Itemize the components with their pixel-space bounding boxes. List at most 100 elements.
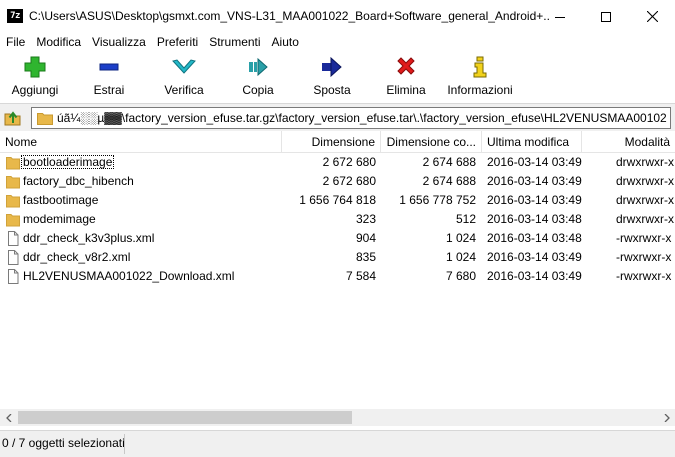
menu-aiuto[interactable]: Aiuto <box>266 33 304 52</box>
file-packed-size: 1 024 <box>445 231 476 245</box>
file-row[interactable]: modemimage 323 512 2016-03-14 03:48 drwx… <box>0 210 675 229</box>
copy-button[interactable]: Copia <box>236 55 280 99</box>
file-row[interactable]: factory_dbc_hibench 2 672 680 2 674 688 … <box>0 172 675 191</box>
folder-icon <box>6 176 20 189</box>
menu-file[interactable]: File <box>0 33 30 52</box>
file-modified: 2016-03-14 03:48 <box>487 231 582 245</box>
file-packed-size: 1 024 <box>445 250 476 264</box>
document-icon <box>8 269 19 284</box>
minimize-icon <box>555 16 565 18</box>
file-mode: -rwxrwxr-x <box>616 250 672 264</box>
toolbar: Aggiungi Estrai Verifica Copia Sposta El… <box>0 53 675 101</box>
extract-button[interactable]: Estrai <box>84 55 134 99</box>
move-button[interactable]: Sposta <box>310 55 354 99</box>
file-name: bootloaderimage <box>21 155 115 169</box>
minus-icon <box>99 63 119 71</box>
file-size: 904 <box>355 231 376 245</box>
file-mode: drwxrwxr-x <box>616 155 674 169</box>
file-row[interactable]: HL2VENUSMAA001022_Download.xml 7 584 7 6… <box>0 267 675 286</box>
extract-button-label: Estrai <box>93 83 125 97</box>
folder-icon <box>6 195 20 208</box>
address-bar: úã¼░░µ▓▓\factory_version_efuse.tar.gz\fa… <box>0 103 675 131</box>
delete-button-label: Elimina <box>386 83 426 97</box>
chevron-right-icon <box>664 413 670 422</box>
file-size: 2 672 680 <box>322 155 376 169</box>
file-size: 1 656 764 818 <box>299 193 376 207</box>
column-modified[interactable]: Ultima modifica <box>482 131 582 153</box>
move-arrow-icon <box>322 56 342 78</box>
info-icon <box>473 56 487 78</box>
file-name: ddr_check_v8r2.xml <box>23 250 131 264</box>
file-list[interactable]: Nome Dimensione Dimensione co... Ultima … <box>0 131 675 409</box>
menu-bar: File Modifica Visualizza Preferiti Strum… <box>0 33 675 52</box>
file-modified: 2016-03-14 03:49 <box>487 269 582 283</box>
folder-icon <box>6 157 20 170</box>
add-button[interactable]: Aggiungi <box>6 55 64 99</box>
delete-button[interactable]: Elimina <box>383 55 429 99</box>
file-mode: -rwxrwxr-x <box>616 269 672 283</box>
file-size: 2 672 680 <box>322 174 376 188</box>
chevron-left-icon <box>5 413 11 422</box>
menu-visualizza[interactable]: Visualizza <box>86 33 151 52</box>
file-modified: 2016-03-14 03:49 <box>487 193 582 207</box>
file-mode: drwxrwxr-x <box>616 212 674 226</box>
file-mode: drwxrwxr-x <box>616 193 674 207</box>
column-header: Nome Dimensione Dimensione co... Ultima … <box>0 131 675 153</box>
file-size: 835 <box>355 250 376 264</box>
menu-strumenti[interactable]: Strumenti <box>203 33 265 52</box>
file-modified: 2016-03-14 03:49 <box>487 155 582 169</box>
path-input[interactable]: úã¼░░µ▓▓\factory_version_efuse.tar.gz\fa… <box>31 107 671 129</box>
column-mode[interactable]: Modalità <box>582 131 675 153</box>
column-size[interactable]: Dimensione <box>282 131 381 153</box>
file-row[interactable]: fastbootimage 1 656 764 818 1 656 778 75… <box>0 191 675 210</box>
file-name: modemimage <box>23 212 96 226</box>
file-row[interactable]: ddr_check_v8r2.xml 835 1 024 2016-03-14 … <box>0 248 675 267</box>
file-size: 7 584 <box>345 269 376 283</box>
delete-x-icon <box>397 57 415 75</box>
file-packed-size: 7 680 <box>445 269 476 283</box>
path-text: úã¼░░µ▓▓\factory_version_efuse.tar.gz\fa… <box>57 111 667 125</box>
info-button[interactable]: Informazioni <box>444 55 516 99</box>
selection-status: 0 / 7 oggetti selezionati <box>2 436 125 450</box>
folder-icon <box>37 113 53 125</box>
up-folder-button[interactable] <box>4 108 22 126</box>
file-mode: drwxrwxr-x <box>616 174 674 188</box>
file-modified: 2016-03-14 03:49 <box>487 250 582 264</box>
menu-modifica[interactable]: Modifica <box>30 33 86 52</box>
app-logo-icon: 7z <box>7 9 23 23</box>
folder-icon <box>6 214 20 227</box>
scroll-left-button[interactable] <box>0 409 17 426</box>
file-size: 323 <box>355 212 376 226</box>
file-packed-size: 512 <box>455 212 476 226</box>
file-row[interactable]: ddr_check_k3v3plus.xml 904 1 024 2016-03… <box>0 229 675 248</box>
checkmark-icon <box>172 59 196 74</box>
folder-up-icon <box>4 111 21 126</box>
add-button-label: Aggiungi <box>11 83 59 97</box>
file-modified: 2016-03-14 03:48 <box>487 212 582 226</box>
file-packed-size: 2 674 688 <box>422 155 476 169</box>
copy-arrow-icon <box>249 57 268 77</box>
title-bar: 7z C:\Users\ASUS\Desktop\gsmxt.com_VNS-L… <box>0 0 675 33</box>
file-name: HL2VENUSMAA001022_Download.xml <box>23 269 235 283</box>
column-packed-size[interactable]: Dimensione co... <box>381 131 482 153</box>
maximize-button[interactable] <box>583 0 629 33</box>
file-row[interactable]: bootloaderimage 2 672 680 2 674 688 2016… <box>0 153 675 172</box>
maximize-icon <box>601 11 611 22</box>
file-modified: 2016-03-14 03:49 <box>487 174 582 188</box>
scroll-right-button[interactable] <box>658 409 675 426</box>
document-icon <box>8 250 19 265</box>
column-name[interactable]: Nome <box>0 131 282 153</box>
copy-button-label: Copia <box>242 83 274 97</box>
move-button-label: Sposta <box>313 83 351 97</box>
file-name: fastbootimage <box>23 193 99 207</box>
minimize-button[interactable] <box>537 0 583 33</box>
test-button[interactable]: Verifica <box>156 55 212 99</box>
status-bar: 0 / 7 oggetti selezionati <box>0 430 675 457</box>
file-name: ddr_check_k3v3plus.xml <box>23 231 155 245</box>
file-packed-size: 2 674 688 <box>422 174 476 188</box>
status-divider <box>124 434 125 454</box>
close-button[interactable] <box>629 0 675 33</box>
menu-preferiti[interactable]: Preferiti <box>151 33 203 52</box>
horizontal-scrollbar[interactable] <box>0 409 675 426</box>
scrollbar-thumb[interactable] <box>18 411 352 424</box>
